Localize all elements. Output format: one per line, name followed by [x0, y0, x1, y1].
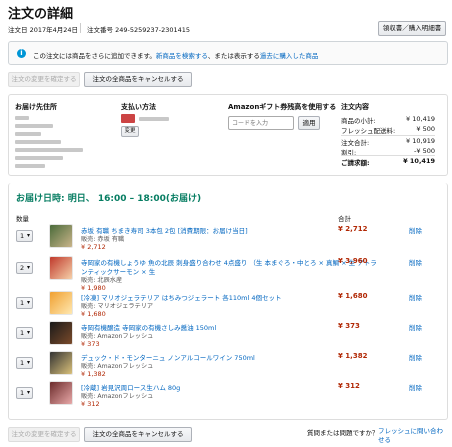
chevron-down-icon: ▾: [26, 359, 30, 366]
divider: [80, 23, 81, 33]
order-number: 注文番号 249-5259237-2301415: [87, 26, 191, 34]
product-seller: 販売: 北辰水産: [81, 277, 123, 284]
summary-label: ご請求額:: [341, 159, 370, 167]
summary-label: フレッシュ配送料:: [341, 127, 396, 135]
product-price: ¥ 373: [81, 340, 100, 348]
product-price: ¥ 2,712: [81, 243, 106, 251]
qty-header: 数量: [16, 215, 29, 223]
summary-value: ¥ 10,419: [406, 115, 435, 123]
quantity-select[interactable]: 1 ▾: [16, 230, 33, 242]
quantity-value: 1: [20, 232, 25, 240]
summary-heading: 注文内容: [341, 103, 369, 111]
quantity-value: 1: [20, 389, 25, 397]
summary-value: -¥ 500: [414, 147, 435, 155]
shipping-address-redacted: [15, 116, 83, 168]
quantity-value: 1: [20, 329, 25, 337]
quantity-select[interactable]: 1 ▾: [16, 387, 33, 399]
product-image[interactable]: [49, 291, 73, 315]
summary-value: ¥ 10,919: [406, 137, 435, 145]
line-total: ¥ 1,680: [338, 292, 368, 300]
summary-label: 商品の小計:: [341, 117, 376, 125]
shipping-heading: お届け先住所: [15, 103, 57, 111]
confirm-change-button-bottom[interactable]: 注文の変更を確定する: [8, 427, 80, 442]
contact-fresh-link[interactable]: フレッシュに問い合わせる: [378, 427, 446, 445]
quantity-value: 1: [20, 299, 25, 307]
payment-heading: 支払い方法: [121, 103, 156, 111]
order-info-box: お届け先住所 支払い方法 変更 Amazonギフト券残高を使用する 適用 注文内…: [8, 94, 448, 176]
line-total: ¥ 3,960: [338, 257, 368, 265]
apply-gift-button[interactable]: 適用: [298, 116, 320, 130]
product-image[interactable]: [49, 321, 73, 345]
product-price: ¥ 312: [81, 400, 100, 408]
chevron-down-icon: ▾: [26, 264, 30, 271]
delete-link[interactable]: 削除: [409, 292, 422, 302]
chevron-down-icon: ▾: [26, 329, 30, 336]
quantity-value: 1: [20, 359, 25, 367]
chevron-down-icon: ▾: [26, 299, 30, 306]
product-image[interactable]: [49, 224, 73, 248]
confirm-change-button[interactable]: 注文の変更を確定する: [8, 72, 80, 87]
line-total: ¥ 2,712: [338, 225, 368, 233]
question-text: 質問または問題ですか？: [307, 429, 379, 437]
summary-value: ¥ 500: [416, 125, 435, 133]
delete-link[interactable]: 削除: [409, 322, 422, 332]
delete-link[interactable]: 削除: [409, 257, 422, 267]
quantity-select[interactable]: 1 ▾: [16, 327, 33, 339]
delete-link[interactable]: 削除: [409, 225, 422, 235]
alert-connector: 、または表示する: [207, 52, 260, 60]
product-seller: 販売: 赤坂 有職: [81, 236, 125, 243]
cancel-all-button-bottom[interactable]: 注文の全商品をキャンセルする: [84, 427, 192, 442]
line-total: ¥ 373: [338, 322, 360, 330]
chevron-down-icon: ▾: [26, 232, 30, 239]
product-image[interactable]: [49, 256, 73, 280]
info-icon: i: [17, 49, 26, 58]
delete-link[interactable]: 削除: [409, 352, 422, 362]
summary-label: 注文合計:: [341, 139, 370, 147]
divider: [341, 135, 435, 136]
line-total: ¥ 312: [338, 382, 360, 390]
card-number-redacted: [139, 117, 169, 121]
order-date: 注文日 2017年4月24日: [8, 26, 79, 34]
total-header: 合計: [338, 215, 351, 223]
cancel-all-button[interactable]: 注文の全商品をキャンセルする: [84, 72, 192, 87]
quantity-select[interactable]: 1 ▾: [16, 297, 33, 309]
product-image[interactable]: [49, 351, 73, 375]
delete-link[interactable]: 削除: [409, 382, 422, 392]
product-seller: 販売: Amazonフレッシュ: [81, 333, 154, 340]
product-price: ¥ 1,680: [81, 310, 106, 318]
change-payment-button[interactable]: 変更: [121, 126, 139, 137]
receipt-button[interactable]: 領収書／購入明細書: [378, 21, 446, 36]
product-price: ¥ 1,980: [81, 284, 106, 292]
product-image[interactable]: [49, 381, 73, 405]
alert-text: この注文には商品をさらに追加できます。新商品を検索する、または表示する過去に購入…: [33, 50, 318, 60]
summary-value: ¥ 10,419: [403, 157, 435, 165]
search-new-items-link[interactable]: 新商品を検索する: [156, 52, 208, 60]
gift-card-heading: Amazonギフト券残高を使用する: [228, 103, 337, 111]
info-alert: i この注文には商品をさらに追加できます。新商品を検索する、または表示する過去に…: [8, 41, 448, 65]
divider: [341, 155, 435, 156]
product-seller: 販売: マリオジェラテリア: [81, 303, 154, 310]
credit-card-icon: [121, 114, 135, 123]
alert-message: この注文には商品をさらに追加できます。: [33, 52, 156, 60]
chevron-down-icon: ▾: [26, 389, 30, 396]
line-total: ¥ 1,382: [338, 352, 368, 360]
product-price: ¥ 1,382: [81, 370, 106, 378]
quantity-select[interactable]: 1 ▾: [16, 357, 33, 369]
page-title: 注文の詳細: [8, 7, 74, 22]
past-purchases-link[interactable]: 過去に購入した商品: [260, 52, 319, 60]
gift-code-input[interactable]: [228, 116, 294, 130]
quantity-select[interactable]: 2 ▾: [16, 262, 33, 274]
product-seller: 販売: Amazonフレッシュ: [81, 363, 154, 370]
quantity-value: 2: [20, 264, 25, 272]
product-seller: 販売: Amazonフレッシュ: [81, 393, 154, 400]
